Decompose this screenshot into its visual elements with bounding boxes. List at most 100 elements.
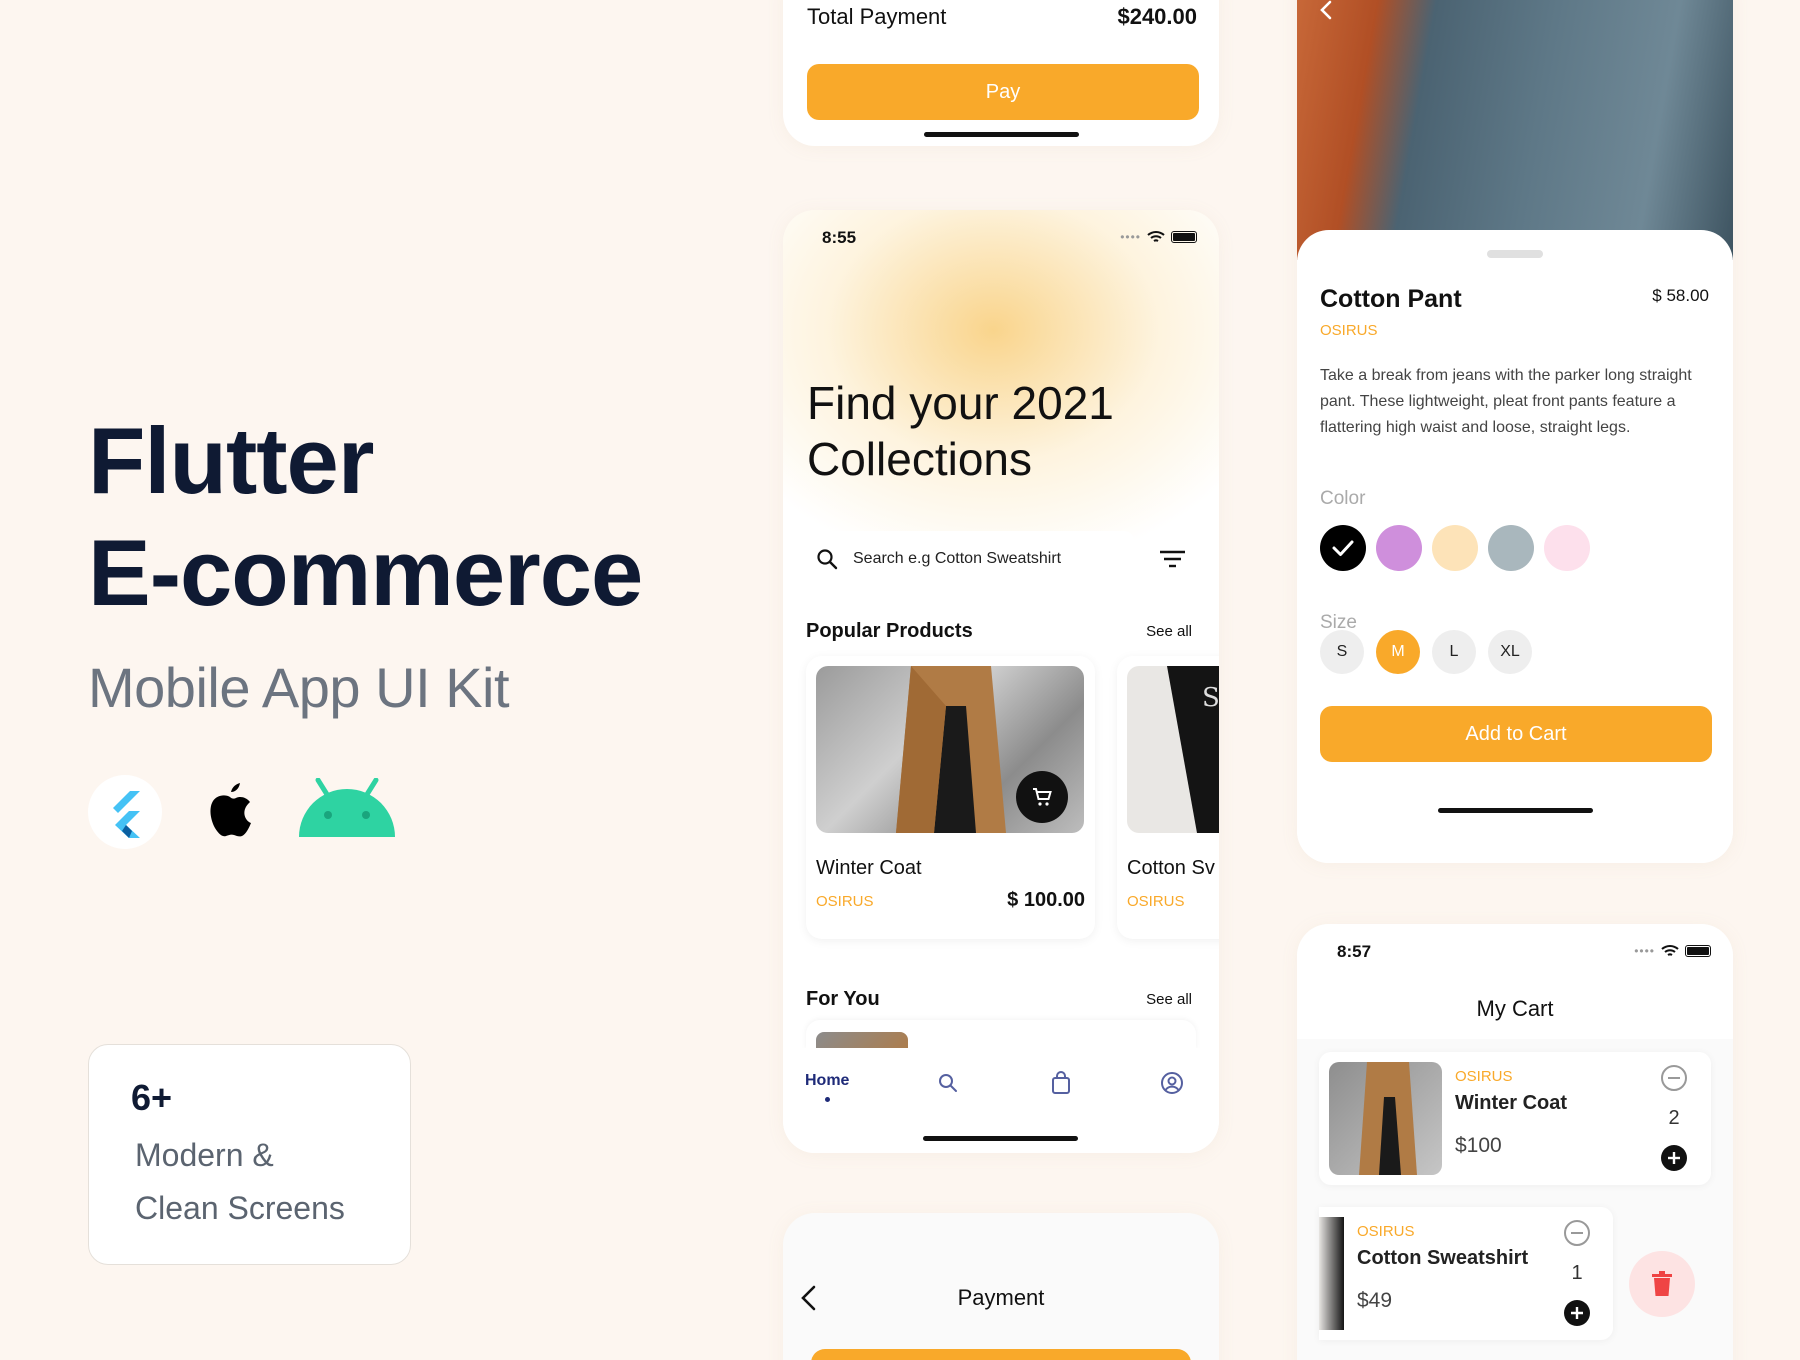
signal-icon: •••• [1120,230,1141,244]
cart-item-image [1329,1062,1442,1175]
cart-item[interactable]: OSIRUS Cotton Sweatshirt $49 1 [1319,1207,1613,1340]
delete-button[interactable] [1629,1251,1695,1317]
wifi-icon [1661,945,1679,956]
battery-icon [1685,945,1711,957]
headline-line1: Find your 2021 [807,377,1114,429]
cart-item-name: Cotton Sweatshirt [1357,1247,1529,1269]
home-indicator [924,132,1079,137]
color-swatch[interactable] [1488,525,1534,571]
product-card[interactable]: Winter Coat OSIRUS $ 100.00 [806,656,1095,939]
for-you-title: For You [806,988,880,1010]
filter-icon [1160,550,1185,568]
product-description: Take a break from jeans with the parker … [1320,367,1692,436]
cart-item-image [1319,1217,1344,1330]
detail-sheet: Cotton Pant $ 58.00 OSIRUS Take a break … [1297,230,1733,863]
cart-item-brand: OSIRUS [1455,1068,1513,1085]
product-name: Cotton Sv [1127,857,1215,879]
headline-line2: Collections [807,433,1032,485]
nav-home[interactable]: Home [805,1072,849,1102]
status-icons: •••• [1634,944,1711,958]
status-icons: •••• [1120,230,1197,244]
nav-bag-icon[interactable] [1050,1071,1072,1095]
check-icon [1332,540,1354,556]
home-indicator [923,1136,1078,1141]
back-icon[interactable] [1319,0,1333,20]
product-brand: OSIRUS [816,893,874,910]
add-to-cart-quick-button[interactable] [1016,771,1068,823]
home-screen: 8:55 •••• Find your 2021 Collections Sea… [783,210,1219,1153]
home-headline: Find your 2021 Collections [807,375,1114,487]
product-card[interactable]: S Cotton Sv OSIRUS [1117,656,1219,939]
nav-home-label: Home [805,1072,850,1089]
sheet-handle [1487,250,1543,258]
payment-screen: Payment [783,1213,1219,1360]
size-option-l[interactable]: L [1432,630,1476,674]
cart-item-name: Winter Coat [1455,1092,1568,1114]
battery-icon [1171,231,1197,243]
cart-item-qty: 2 [1668,1107,1680,1129]
size-option-xl[interactable]: XL [1488,630,1532,674]
size-option-m[interactable]: M [1376,630,1420,674]
filter-button[interactable] [1144,531,1201,587]
cart-item-qty: 1 [1571,1262,1583,1284]
trash-icon [1652,1271,1672,1296]
payment-title: Payment [957,1285,1045,1310]
minus-icon[interactable] [1660,1064,1688,1092]
bottom-nav: Home [783,1048,1219,1153]
add-to-cart-button[interactable]: Add to Cart [1320,706,1712,762]
stat-line1: Modern & [135,1137,274,1173]
product-name: Winter Coat [816,857,922,879]
hero-subtitle: Mobile App UI Kit [88,656,510,719]
nav-profile-icon[interactable] [1160,1071,1184,1095]
product-title: Cotton Pant [1320,285,1462,313]
popular-see-all-link[interactable]: See all [1146,623,1192,640]
color-swatch[interactable] [1432,525,1478,571]
payment-button-peek [811,1349,1191,1360]
nav-search-icon[interactable] [937,1072,959,1094]
search-bar[interactable]: Search e.g Cotton Sweatshirt [801,531,1134,587]
status-time: 8:55 [822,228,857,247]
color-swatch[interactable] [1320,525,1366,571]
plus-icon[interactable] [1563,1299,1591,1327]
product-detail-screen: Cotton Pant $ 58.00 OSIRUS Take a break … [1297,0,1733,863]
search-icon [817,549,838,570]
product-brand: OSIRUS [1127,893,1185,910]
total-payment-label: Total Payment [807,4,947,29]
hero-title-line2: E-commerce [88,520,643,625]
cart-title: My Cart [1476,996,1554,1021]
cart-item[interactable]: OSIRUS Winter Coat $100 2 [1319,1052,1711,1185]
flutter-icon [88,775,162,849]
cart-icon [1033,788,1052,806]
product-brand: OSIRUS [1320,322,1378,339]
hero-title: Flutter E-commerce [88,405,643,629]
stat-card: 6+ Modern & Clean Screens [88,1044,411,1265]
for-you-item-peek [806,1020,1196,1050]
size-option-s[interactable]: S [1320,630,1364,674]
stat-count: 6+ [131,1077,173,1118]
svg-text:S: S [1202,683,1219,713]
product-hero-image [1297,0,1733,260]
product-image-cotton-sweatshirt: S [1127,666,1219,833]
popular-products-title: Popular Products [806,620,973,642]
nav-active-dot [824,1097,830,1102]
pay-button[interactable]: Pay [807,64,1199,120]
apple-icon [200,775,260,845]
status-time: 8:57 [1337,942,1372,961]
color-label: Color [1320,488,1366,509]
android-icon [298,777,396,838]
product-price: $ 100.00 [1007,889,1085,911]
minus-icon[interactable] [1563,1219,1591,1247]
for-you-see-all-link[interactable]: See all [1146,991,1192,1008]
stat-line2: Clean Screens [135,1190,345,1226]
cart-item-price: $49 [1357,1289,1393,1312]
color-swatch[interactable] [1544,525,1590,571]
signal-icon: •••• [1634,944,1655,958]
plus-icon[interactable] [1660,1144,1688,1172]
cart-item-brand: OSIRUS [1357,1223,1415,1240]
color-swatch[interactable] [1376,525,1422,571]
total-payment-value: $240.00 [1117,4,1197,29]
product-price: $ 58.00 [1652,286,1709,305]
hero-title-line1: Flutter [88,408,374,513]
wifi-icon [1147,231,1165,242]
checkout-card: Total Payment $240.00 Pay [783,0,1219,146]
